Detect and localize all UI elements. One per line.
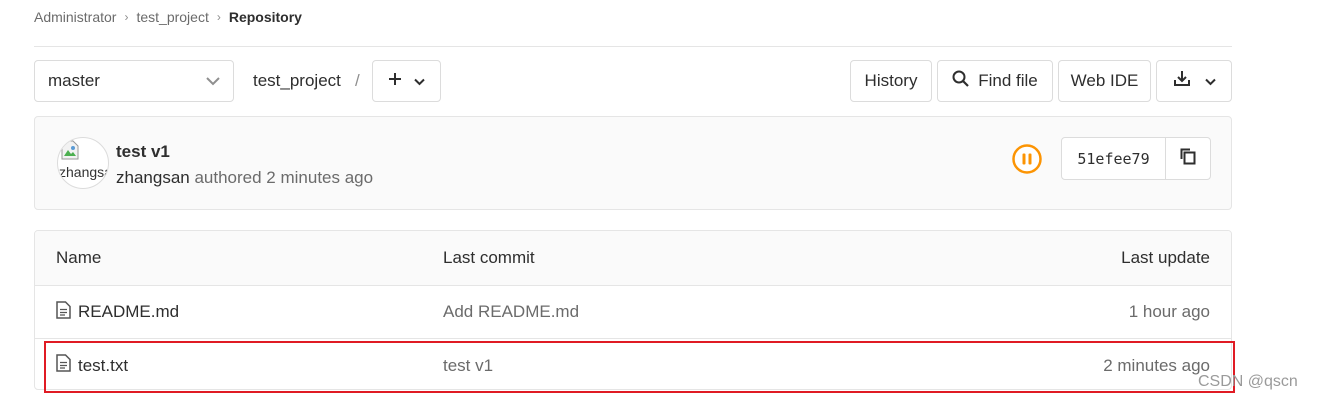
commit-authored-time: authored 2 minutes ago bbox=[194, 168, 374, 187]
commit-title[interactable]: test v1 bbox=[116, 142, 170, 162]
file-name-link[interactable]: test.txt bbox=[78, 356, 128, 376]
table-row[interactable]: README.md Add README.md 1 hour ago bbox=[35, 286, 1231, 339]
branch-selector[interactable]: master bbox=[34, 60, 234, 102]
commit-author[interactable]: zhangsan bbox=[116, 168, 190, 187]
file-last-update: 2 minutes ago bbox=[1103, 355, 1210, 375]
breadcrumb-current: Repository bbox=[228, 9, 302, 25]
header-last-update: Last update bbox=[1121, 248, 1210, 267]
commit-sha-group: 51efee79 bbox=[1061, 137, 1211, 180]
chevron-down-icon bbox=[206, 71, 220, 91]
last-commit-panel: zhangsan test v1 zhangsan authored 2 min… bbox=[34, 116, 1232, 210]
breadcrumb-administrator[interactable]: Administrator bbox=[34, 9, 116, 25]
file-icon bbox=[56, 300, 71, 324]
breadcrumb-project[interactable]: test_project bbox=[136, 9, 208, 25]
file-last-commit-link[interactable]: test v1 bbox=[443, 339, 493, 389]
avatar-alt-text: zhangsan bbox=[59, 164, 108, 180]
broken-image-icon bbox=[61, 140, 79, 163]
download-icon bbox=[1173, 70, 1191, 92]
file-icon bbox=[56, 354, 71, 377]
find-file-button[interactable]: Find file bbox=[937, 60, 1053, 102]
path-separator: / bbox=[355, 71, 360, 90]
breadcrumb: Administrator › test_project › Repositor… bbox=[34, 6, 302, 28]
history-label: History bbox=[864, 71, 918, 90]
file-name-link[interactable]: README.md bbox=[78, 302, 179, 322]
file-name-cell: test.txt bbox=[56, 339, 128, 389]
path-root-link[interactable]: test_project bbox=[253, 71, 341, 91]
search-icon bbox=[952, 70, 970, 92]
divider bbox=[34, 46, 1232, 47]
avatar[interactable]: zhangsan bbox=[57, 137, 109, 189]
chevron-down-icon bbox=[414, 71, 425, 91]
chevron-down-icon bbox=[1204, 71, 1216, 91]
web-ide-label: Web IDE bbox=[1070, 71, 1139, 90]
plus-icon bbox=[388, 71, 402, 91]
file-tree-table: Name Last commit Last update README.md A… bbox=[34, 230, 1232, 390]
history-button[interactable]: History bbox=[850, 60, 932, 102]
pipeline-paused-icon[interactable] bbox=[1011, 143, 1043, 175]
file-last-commit-link[interactable]: Add README.md bbox=[443, 286, 579, 338]
table-header: Name Last commit Last update bbox=[35, 231, 1231, 286]
find-file-label: Find file bbox=[978, 71, 1038, 90]
copy-sha-button[interactable] bbox=[1166, 138, 1210, 179]
add-dropdown-button[interactable] bbox=[372, 60, 441, 102]
file-last-update: 1 hour ago bbox=[1128, 302, 1210, 321]
commit-meta: zhangsan authored 2 minutes ago bbox=[116, 168, 373, 188]
file-name-cell: README.md bbox=[56, 286, 179, 338]
copy-icon bbox=[1179, 147, 1197, 170]
breadcrumb-chevron-icon: › bbox=[216, 10, 221, 24]
header-name: Name bbox=[56, 248, 102, 267]
commit-sha[interactable]: 51efee79 bbox=[1062, 138, 1166, 179]
web-ide-button[interactable]: Web IDE bbox=[1058, 60, 1151, 102]
breadcrumb-chevron-icon: › bbox=[124, 10, 129, 24]
branch-label: master bbox=[48, 71, 100, 90]
download-dropdown-button[interactable] bbox=[1156, 60, 1232, 102]
header-last-commit: Last commit bbox=[443, 248, 535, 267]
table-row[interactable]: test.txt test v1 2 minutes ago bbox=[35, 339, 1231, 389]
watermark: CSDN @qscn bbox=[1198, 373, 1298, 390]
